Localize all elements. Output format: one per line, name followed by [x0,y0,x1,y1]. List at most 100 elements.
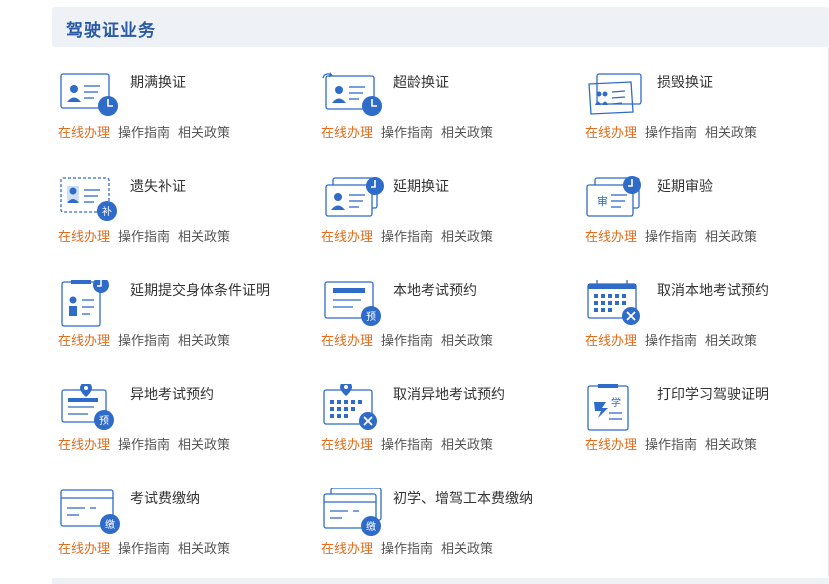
related-policy-link[interactable]: 相关政策 [705,334,757,349]
stacked-card-clock-icon [325,177,384,217]
service-item-damaged-replacement[interactable]: 损毁换证 在线办理 操作指南 相关政策 [585,72,829,162]
service-item-extended-renewal[interactable]: 延期换证 在线办理 操作指南 相关政策 [321,176,571,266]
related-policy-link[interactable]: 相关政策 [441,126,493,141]
operation-guide-link[interactable]: 操作指南 [118,230,170,245]
operation-guide-link[interactable]: 操作指南 [645,126,697,141]
service-links: 在线办理 操作指南 相关政策 [58,226,238,245]
online-handle-link[interactable]: 在线办理 [321,542,373,557]
operation-guide-link[interactable]: 操作指南 [118,542,170,557]
online-handle-link[interactable]: 在线办理 [58,126,110,141]
service-name: 期满换证 [130,75,186,91]
related-policy-link[interactable]: 相关政策 [705,438,757,453]
online-handle-link[interactable]: 在线办理 [321,334,373,349]
service-name: 本地考试预约 [393,283,477,299]
service-links: 在线办理 操作指南 相关政策 [58,330,238,349]
online-handle-link[interactable]: 在线办理 [585,438,637,453]
online-handle-link[interactable]: 在线办理 [58,542,110,557]
service-name: 打印学习驾驶证明 [657,387,769,403]
id-card-clock-icon [60,73,118,116]
badge-text: 审 [597,194,608,208]
service-name: 初学、增驾工本费缴纳 [393,491,533,507]
related-policy-link[interactable]: 相关政策 [705,126,757,141]
operation-guide-link[interactable]: 操作指南 [118,126,170,141]
service-item-exam-fee[interactable]: 缴 考试费缴纳 在线办理 操作指南 相关政策 [58,488,308,578]
online-handle-link[interactable]: 在线办理 [321,230,373,245]
service-item-extended-review[interactable]: 审 延期审验 在线办理 操作指南 相关政策 [585,176,829,266]
operation-guide-link[interactable]: 操作指南 [381,230,433,245]
related-policy-link[interactable]: 相关政策 [178,542,230,557]
operation-guide-link[interactable]: 操作指南 [381,126,433,141]
service-links: 在线办理 操作指南 相关政策 [585,330,765,349]
related-policy-link[interactable]: 相关政策 [441,230,493,245]
related-policy-link[interactable]: 相关政策 [178,334,230,349]
calendar-cancel-icon [587,280,640,325]
operation-guide-link[interactable]: 操作指南 [645,230,697,245]
operation-guide-link[interactable]: 操作指南 [381,438,433,453]
print-learner-cert-icon: 学 [587,384,629,431]
operation-guide-link[interactable]: 操作指南 [118,438,170,453]
section-title: 驾驶证业务 [66,21,156,41]
section-header: 驾驶证业务 [52,7,829,47]
service-item-cost-fee[interactable]: 缴 初学、增驾工本费缴纳 在线办理 操作指南 相关政策 [321,488,571,578]
related-policy-link[interactable]: 相关政策 [178,438,230,453]
service-links: 在线办理 操作指南 相关政策 [58,434,238,453]
lost-card-icon: 补 [60,177,117,221]
related-policy-link[interactable]: 相关政策 [178,230,230,245]
service-item-cancel-remote-exam[interactable]: 取消异地考试预约 在线办理 操作指南 相关政策 [321,384,571,474]
operation-guide-link[interactable]: 操作指南 [645,334,697,349]
review-card-clock-icon: 审 [586,176,641,217]
exam-fee-icon: 缴 [60,489,120,534]
operation-guide-link[interactable]: 操作指南 [381,334,433,349]
service-item-cancel-local-exam[interactable]: 取消本地考试预约 在线办理 操作指南 相关政策 [585,280,829,370]
remote-exam-booking-icon: 预 [61,384,114,430]
service-links: 在线办理 操作指南 相关政策 [321,226,501,245]
operation-guide-link[interactable]: 操作指南 [645,438,697,453]
service-name: 异地考试预约 [130,387,214,403]
badge-text: 预 [366,311,376,323]
calendar-location-cancel-icon [323,384,377,430]
related-policy-link[interactable]: 相关政策 [441,334,493,349]
service-item-lost-replacement[interactable]: 补 遗失补证 在线办理 操作指南 相关政策 [58,176,308,266]
service-name: 延期审验 [657,179,713,195]
related-policy-link[interactable]: 相关政策 [441,542,493,557]
service-item-remote-exam-booking[interactable]: 预 异地考试预约 在线办理 操作指南 相关政策 [58,384,308,474]
health-cert-clock-icon [61,280,109,327]
local-exam-booking-icon: 预 [324,281,381,326]
service-links: 在线办理 操作指南 相关政策 [321,538,501,557]
service-name: 损毁换证 [657,75,713,91]
online-handle-link[interactable]: 在线办理 [58,334,110,349]
operation-guide-link[interactable]: 操作指南 [381,542,433,557]
service-links: 在线办理 操作指南 相关政策 [585,434,765,453]
service-links: 在线办理 操作指南 相关政策 [321,122,501,141]
service-item-delay-health-cert[interactable]: 延期提交身体条件证明 在线办理 操作指南 相关政策 [58,280,308,370]
online-handle-link[interactable]: 在线办理 [585,334,637,349]
related-policy-link[interactable]: 相关政策 [178,126,230,141]
online-handle-link[interactable]: 在线办理 [321,126,373,141]
service-name: 取消本地考试预约 [657,283,769,299]
online-handle-link[interactable]: 在线办理 [58,230,110,245]
service-links: 在线办理 操作指南 相关政策 [58,122,238,141]
service-links: 在线办理 操作指南 相关政策 [58,538,238,557]
damaged-card-icon [588,73,642,115]
badge-text: 学 [611,396,621,409]
service-links: 在线办理 操作指南 相关政策 [321,434,501,453]
service-name: 取消异地考试预约 [393,387,505,403]
online-handle-link[interactable]: 在线办理 [585,230,637,245]
related-policy-link[interactable]: 相关政策 [705,230,757,245]
service-item-local-exam-booking[interactable]: 预 本地考试预约 在线办理 操作指南 相关政策 [321,280,571,370]
service-name: 考试费缴纳 [130,491,200,507]
online-handle-link[interactable]: 在线办理 [321,438,373,453]
operation-guide-link[interactable]: 操作指南 [118,334,170,349]
id-card-clock-refresh-icon [322,72,382,116]
cost-fee-icon: 缴 [323,488,382,536]
online-handle-link[interactable]: 在线办理 [58,438,110,453]
service-item-print-learner-cert[interactable]: 学 打印学习驾驶证明 在线办理 操作指南 相关政策 [585,384,829,474]
service-name: 延期提交身体条件证明 [130,283,270,299]
service-item-overage-renewal[interactable]: 超龄换证 在线办理 操作指南 相关政策 [321,72,571,162]
related-policy-link[interactable]: 相关政策 [441,438,493,453]
online-handle-link[interactable]: 在线办理 [585,126,637,141]
badge-text: 缴 [366,520,376,533]
next-section-bar [52,578,829,584]
service-name: 延期换证 [393,179,449,195]
service-item-expiry-renewal[interactable]: 期满换证 在线办理 操作指南 相关政策 [58,72,308,162]
